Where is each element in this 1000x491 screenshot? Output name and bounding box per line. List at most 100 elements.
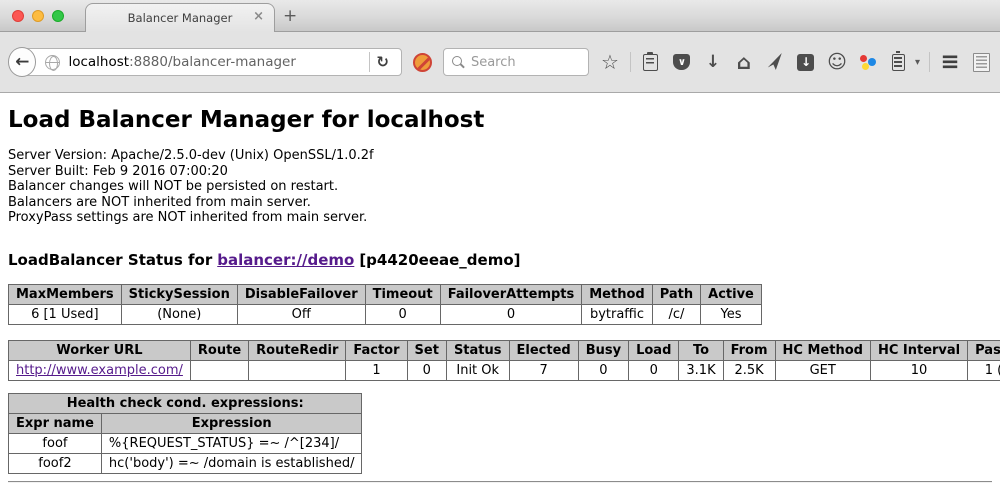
square-download-glyph: ↓ bbox=[797, 54, 814, 71]
val-factor: 1 bbox=[346, 360, 407, 380]
worker-url-link[interactable]: http://www.example.com/ bbox=[16, 363, 183, 378]
col-failoverattempts: FailoverAttempts bbox=[440, 284, 582, 304]
tab-title: Balancer Manager bbox=[128, 11, 233, 25]
val-path: /c/ bbox=[652, 304, 700, 324]
val-from: 2.5K bbox=[723, 360, 775, 380]
bottom-divider bbox=[8, 481, 992, 483]
val-to: 3.1K bbox=[679, 360, 723, 380]
health-table-title: Health check cond. expressions: bbox=[9, 393, 362, 413]
save-page-icon[interactable]: ↓ bbox=[795, 51, 817, 73]
col-load: Load bbox=[629, 340, 679, 360]
balancer-demo-link[interactable]: balancer://demo bbox=[217, 251, 354, 269]
loadbalancer-status-heading: LoadBalancer Status for balancer://demo … bbox=[8, 251, 992, 269]
page-title: Load Balancer Manager for localhost bbox=[8, 107, 992, 133]
table-row: 6 [1 Used] (None) Off 0 0 bytraffic /c/ … bbox=[9, 304, 762, 324]
reload-button[interactable]: ↻ bbox=[370, 53, 395, 71]
balancers-inherit-line: Balancers are NOT inherited from main se… bbox=[8, 195, 992, 211]
menu-hamburger-icon[interactable]: ≡ bbox=[939, 51, 961, 73]
window-zoom-button[interactable] bbox=[52, 10, 64, 22]
navigation-toolbar: ← localhost:8880/balancer-manager ↻ ☆ ∨ … bbox=[0, 32, 1000, 93]
downloads-icon[interactable]: ↓ bbox=[702, 51, 724, 73]
val-route bbox=[190, 360, 248, 380]
persist-warning-line: Balancer changes will NOT be persisted o… bbox=[8, 179, 992, 195]
tab-close-icon[interactable]: × bbox=[253, 10, 264, 24]
url-bar[interactable]: localhost:8880/balancer-manager ↻ bbox=[20, 48, 402, 76]
col-hc-method: HC Method bbox=[775, 340, 870, 360]
colored-dots-glyph bbox=[859, 53, 877, 71]
col-status: Status bbox=[446, 340, 509, 360]
col-elected: Elected bbox=[509, 340, 578, 360]
status-heading-prefix: LoadBalancer Status for bbox=[8, 251, 212, 269]
val-timeout: 0 bbox=[365, 304, 440, 324]
val-maxmembers: 6 [1 Used] bbox=[9, 304, 122, 324]
table-row: http://www.example.com/ 1 0 Init Ok 7 0 … bbox=[9, 360, 1000, 380]
plugin-blocked-icon[interactable] bbox=[413, 53, 432, 72]
table-header-row: MaxMembers StickySession DisableFailover… bbox=[9, 284, 762, 304]
table-row: foof %{REQUEST_STATUS} =~ /^[234]/ bbox=[9, 433, 362, 453]
val-elected: 7 bbox=[509, 360, 578, 380]
search-input[interactable] bbox=[471, 55, 581, 70]
col-from: From bbox=[723, 340, 775, 360]
search-bar[interactable] bbox=[443, 48, 589, 76]
battery-glyph bbox=[892, 54, 905, 71]
col-set: Set bbox=[407, 340, 446, 360]
page-thumbnail-icon[interactable] bbox=[970, 51, 992, 73]
server-info: Server Version: Apache/2.5.0-dev (Unix) … bbox=[8, 148, 992, 226]
paper-plane-glyph bbox=[766, 53, 784, 71]
page-content: Load Balancer Manager for localhost Serv… bbox=[0, 93, 1000, 483]
col-passes: Passes bbox=[968, 340, 1000, 360]
col-expression: Expression bbox=[101, 413, 362, 433]
val-set: 0 bbox=[407, 360, 446, 380]
val-worker-url: http://www.example.com/ bbox=[9, 360, 191, 380]
toolbar-icons: ☆ ∨ ↓ ⌂ ↓ ☺ ▾ ≡ bbox=[599, 51, 992, 73]
reading-list-icon[interactable] bbox=[640, 51, 662, 73]
table-title-row: Health check cond. expressions: bbox=[9, 393, 362, 413]
col-timeout: Timeout bbox=[365, 284, 440, 304]
table-header-row: Worker URL Route RouteRedir Factor Set S… bbox=[9, 340, 1000, 360]
val-expression: %{REQUEST_STATUS} =~ /^[234]/ bbox=[101, 433, 362, 453]
url-path: :8880/balancer-manager bbox=[129, 54, 296, 70]
site-identity-globe-icon[interactable] bbox=[45, 55, 60, 70]
window-minimize-button[interactable] bbox=[32, 10, 44, 22]
col-stickysession: StickySession bbox=[121, 284, 237, 304]
val-passes: 1 (0) bbox=[968, 360, 1000, 380]
val-routeredir bbox=[249, 360, 346, 380]
col-expr-name: Expr name bbox=[9, 413, 102, 433]
feedback-smiley-icon[interactable]: ☺ bbox=[826, 51, 848, 73]
val-disablefailover: Off bbox=[237, 304, 365, 324]
home-icon[interactable]: ⌂ bbox=[733, 51, 755, 73]
search-icon bbox=[451, 55, 465, 69]
val-expression: hc('body') =~ /domain is established/ bbox=[101, 453, 362, 473]
new-tab-button[interactable]: + bbox=[283, 6, 297, 26]
toolbar-separator-2 bbox=[929, 52, 930, 72]
val-hc-method: GET bbox=[775, 360, 870, 380]
status-heading-suffix: [p4420eeae_demo] bbox=[359, 251, 520, 269]
pocket-icon[interactable]: ∨ bbox=[671, 51, 693, 73]
url-text[interactable]: localhost:8880/balancer-manager bbox=[68, 54, 295, 70]
worker-table: Worker URL Route RouteRedir Factor Set S… bbox=[8, 340, 1000, 381]
window-titlebar: Balancer Manager × + bbox=[0, 0, 1000, 32]
extension-dots-icon[interactable] bbox=[857, 51, 879, 73]
send-tab-icon[interactable] bbox=[764, 51, 786, 73]
col-busy: Busy bbox=[578, 340, 628, 360]
val-expr-name: foof bbox=[9, 433, 102, 453]
val-method: bytraffic bbox=[582, 304, 652, 324]
proxypass-inherit-line: ProxyPass settings are NOT inherited fro… bbox=[8, 210, 992, 226]
battery-extension-icon[interactable] bbox=[888, 51, 910, 73]
server-version-line: Server Version: Apache/2.5.0-dev (Unix) … bbox=[8, 148, 992, 164]
window-close-button[interactable] bbox=[12, 10, 24, 22]
bookmark-star-icon[interactable]: ☆ bbox=[599, 51, 621, 73]
chevron-down-icon[interactable]: ▾ bbox=[915, 57, 920, 68]
col-method: Method bbox=[582, 284, 652, 304]
col-active: Active bbox=[701, 284, 762, 304]
col-worker-url: Worker URL bbox=[9, 340, 191, 360]
browser-tab[interactable]: Balancer Manager × bbox=[85, 3, 275, 32]
col-hc-interval: HC Interval bbox=[870, 340, 967, 360]
val-expr-name: foof2 bbox=[9, 453, 102, 473]
col-factor: Factor bbox=[346, 340, 407, 360]
val-hc-interval: 10 bbox=[870, 360, 967, 380]
health-check-table: Health check cond. expressions: Expr nam… bbox=[8, 393, 362, 474]
val-active: Yes bbox=[701, 304, 762, 324]
server-built-line: Server Built: Feb 9 2016 07:00:20 bbox=[8, 164, 992, 180]
window-controls bbox=[12, 10, 64, 22]
